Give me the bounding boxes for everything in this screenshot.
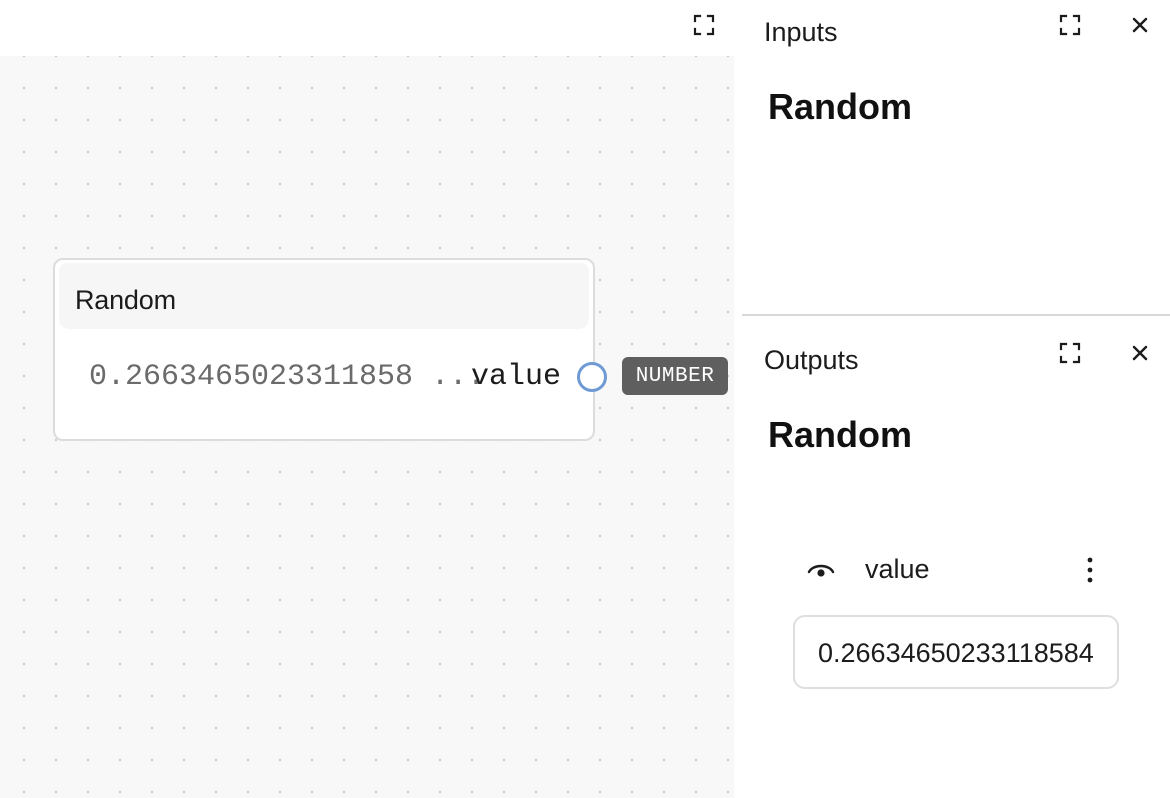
- output-value-text: 0.26634650233118584: [818, 638, 1094, 668]
- inputs-panel: Inputs Random: [742, 0, 1170, 314]
- outputs-panel: Outputs Random value 0.26634650233118584: [742, 316, 1170, 798]
- close-icon[interactable]: [1128, 341, 1152, 365]
- output-label: value: [865, 554, 930, 584]
- canvas-toolbar: [0, 0, 734, 56]
- node-value-number: 0.2663465023311858: [89, 360, 414, 394]
- graph-canvas[interactable]: Random 0.2663465023311858 ... value NUMB…: [0, 0, 734, 798]
- output-item: value: [806, 550, 1106, 590]
- fullscreen-icon[interactable]: [692, 13, 716, 37]
- node-header[interactable]: Random: [59, 263, 589, 329]
- eye-icon[interactable]: [806, 556, 836, 584]
- output-value-field[interactable]: 0.26634650233118584: [793, 615, 1119, 689]
- output-port-handle[interactable]: [577, 362, 607, 392]
- close-icon[interactable]: [1128, 13, 1152, 37]
- outputs-node-heading: Random: [768, 414, 912, 455]
- inputs-panel-title: Inputs: [764, 17, 838, 47]
- outputs-panel-title: Outputs: [764, 345, 859, 375]
- inputs-node-heading: Random: [768, 86, 912, 127]
- more-vertical-icon[interactable]: [1082, 552, 1098, 588]
- fullscreen-icon[interactable]: [1058, 13, 1082, 37]
- port-type-badge: NUMBER: [622, 357, 728, 395]
- random-node[interactable]: Random 0.2663465023311858 ... value: [53, 258, 595, 441]
- node-title: Random: [75, 285, 176, 315]
- node-value-preview: 0.2663465023311858 ...: [89, 360, 485, 394]
- node-port-label: value: [471, 360, 562, 394]
- fullscreen-icon[interactable]: [1058, 341, 1082, 365]
